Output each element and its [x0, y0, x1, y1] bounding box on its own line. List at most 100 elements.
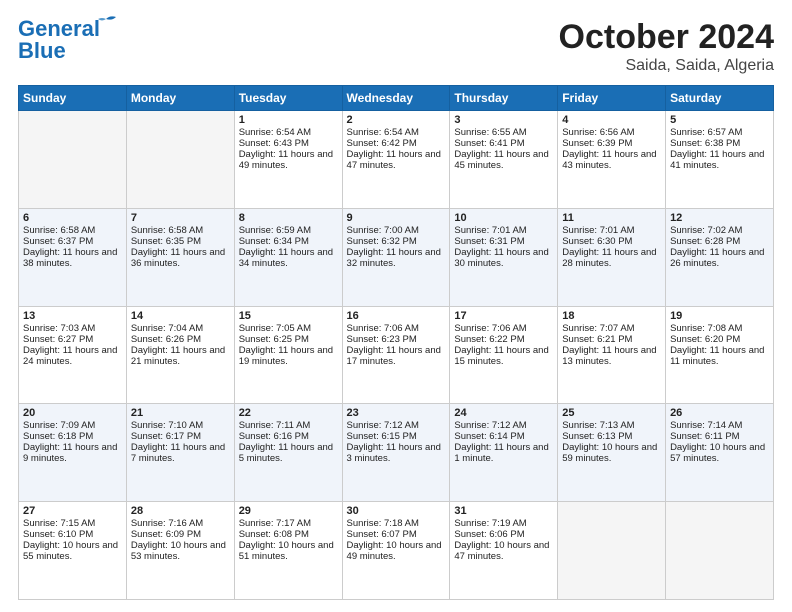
calendar-cell: 27 Sunrise: 7:15 AM Sunset: 6:10 PM Dayl…	[19, 502, 127, 600]
sunset-label: Sunset: 6:23 PM	[347, 334, 417, 345]
calendar-cell: 6 Sunrise: 6:58 AM Sunset: 6:37 PM Dayli…	[19, 208, 127, 306]
daylight-label: Daylight: 11 hours and 11 minutes.	[670, 345, 764, 367]
day-number: 9	[347, 212, 446, 224]
daylight-label: Daylight: 11 hours and 17 minutes.	[347, 345, 441, 367]
sunset-label: Sunset: 6:09 PM	[131, 529, 201, 540]
daylight-label: Daylight: 10 hours and 47 minutes.	[454, 540, 549, 562]
daylight-label: Daylight: 11 hours and 28 minutes.	[562, 247, 656, 269]
sunrise-label: Sunrise: 7:11 AM	[239, 420, 311, 431]
sunset-label: Sunset: 6:42 PM	[347, 138, 417, 149]
daylight-label: Daylight: 11 hours and 34 minutes.	[239, 247, 333, 269]
calendar-cell: 9 Sunrise: 7:00 AM Sunset: 6:32 PM Dayli…	[342, 208, 450, 306]
calendar-cell: 23 Sunrise: 7:12 AM Sunset: 6:15 PM Dayl…	[342, 404, 450, 502]
calendar-cell: 5 Sunrise: 6:57 AM Sunset: 6:38 PM Dayli…	[666, 111, 774, 209]
calendar-cell	[558, 502, 666, 600]
page: General Blue October 2024 Saida, Saida, …	[0, 0, 792, 612]
daylight-label: Daylight: 11 hours and 38 minutes.	[23, 247, 117, 269]
sunset-label: Sunset: 6:11 PM	[670, 431, 740, 442]
day-number: 30	[347, 505, 446, 517]
daylight-label: Daylight: 11 hours and 26 minutes.	[670, 247, 764, 269]
daylight-label: Daylight: 11 hours and 19 minutes.	[239, 345, 333, 367]
calendar-cell: 11 Sunrise: 7:01 AM Sunset: 6:30 PM Dayl…	[558, 208, 666, 306]
daylight-label: Daylight: 11 hours and 49 minutes.	[239, 149, 333, 171]
calendar-cell: 28 Sunrise: 7:16 AM Sunset: 6:09 PM Dayl…	[126, 502, 234, 600]
calendar-cell: 31 Sunrise: 7:19 AM Sunset: 6:06 PM Dayl…	[450, 502, 558, 600]
sunrise-label: Sunrise: 7:02 AM	[670, 225, 742, 236]
calendar-cell: 26 Sunrise: 7:14 AM Sunset: 6:11 PM Dayl…	[666, 404, 774, 502]
sunrise-label: Sunrise: 6:54 AM	[347, 127, 419, 138]
daylight-label: Daylight: 11 hours and 47 minutes.	[347, 149, 441, 171]
day-number: 8	[239, 212, 338, 224]
calendar-title: October 2024	[559, 18, 774, 57]
sunset-label: Sunset: 6:32 PM	[347, 236, 417, 247]
calendar-cell: 14 Sunrise: 7:04 AM Sunset: 6:26 PM Dayl…	[126, 306, 234, 404]
header: General Blue October 2024 Saida, Saida, …	[18, 18, 774, 75]
daylight-label: Daylight: 11 hours and 21 minutes.	[131, 345, 225, 367]
calendar-day-header: Wednesday	[342, 86, 450, 111]
calendar-cell: 10 Sunrise: 7:01 AM Sunset: 6:31 PM Dayl…	[450, 208, 558, 306]
sunrise-label: Sunrise: 7:06 AM	[347, 323, 419, 334]
sunrise-label: Sunrise: 7:01 AM	[562, 225, 634, 236]
day-number: 15	[239, 310, 338, 322]
day-number: 31	[454, 505, 553, 517]
calendar-cell: 12 Sunrise: 7:02 AM Sunset: 6:28 PM Dayl…	[666, 208, 774, 306]
sunrise-label: Sunrise: 7:10 AM	[131, 420, 203, 431]
sunrise-label: Sunrise: 6:54 AM	[239, 127, 311, 138]
sunrise-label: Sunrise: 7:15 AM	[23, 518, 95, 529]
sunset-label: Sunset: 6:18 PM	[23, 431, 93, 442]
calendar-subtitle: Saida, Saida, Algeria	[559, 57, 774, 75]
day-number: 5	[670, 114, 769, 126]
sunrise-label: Sunrise: 7:04 AM	[131, 323, 203, 334]
calendar-cell: 22 Sunrise: 7:11 AM Sunset: 6:16 PM Dayl…	[234, 404, 342, 502]
daylight-label: Daylight: 11 hours and 41 minutes.	[670, 149, 764, 171]
sunset-label: Sunset: 6:08 PM	[239, 529, 309, 540]
sunset-label: Sunset: 6:21 PM	[562, 334, 632, 345]
sunset-label: Sunset: 6:41 PM	[454, 138, 524, 149]
day-number: 7	[131, 212, 230, 224]
sunset-label: Sunset: 6:30 PM	[562, 236, 632, 247]
calendar-table: SundayMondayTuesdayWednesdayThursdayFrid…	[18, 85, 774, 600]
sunrise-label: Sunrise: 7:03 AM	[23, 323, 95, 334]
sunrise-label: Sunrise: 7:18 AM	[347, 518, 419, 529]
calendar-cell	[666, 502, 774, 600]
calendar-cell: 1 Sunrise: 6:54 AM Sunset: 6:43 PM Dayli…	[234, 111, 342, 209]
sunrise-label: Sunrise: 7:06 AM	[454, 323, 526, 334]
sunrise-label: Sunrise: 7:19 AM	[454, 518, 526, 529]
sunset-label: Sunset: 6:15 PM	[347, 431, 417, 442]
daylight-label: Daylight: 11 hours and 1 minute.	[454, 442, 548, 464]
day-number: 16	[347, 310, 446, 322]
sunset-label: Sunset: 6:28 PM	[670, 236, 740, 247]
day-number: 29	[239, 505, 338, 517]
sunset-label: Sunset: 6:34 PM	[239, 236, 309, 247]
daylight-label: Daylight: 11 hours and 24 minutes.	[23, 345, 117, 367]
day-number: 27	[23, 505, 122, 517]
sunset-label: Sunset: 6:31 PM	[454, 236, 524, 247]
daylight-label: Daylight: 11 hours and 5 minutes.	[239, 442, 333, 464]
day-number: 18	[562, 310, 661, 322]
calendar-cell: 25 Sunrise: 7:13 AM Sunset: 6:13 PM Dayl…	[558, 404, 666, 502]
day-number: 12	[670, 212, 769, 224]
sunset-label: Sunset: 6:39 PM	[562, 138, 632, 149]
day-number: 14	[131, 310, 230, 322]
daylight-label: Daylight: 11 hours and 13 minutes.	[562, 345, 656, 367]
logo-text: General Blue	[18, 18, 100, 62]
day-number: 4	[562, 114, 661, 126]
sunrise-label: Sunrise: 7:00 AM	[347, 225, 419, 236]
calendar-week-row: 6 Sunrise: 6:58 AM Sunset: 6:37 PM Dayli…	[19, 208, 774, 306]
day-number: 25	[562, 407, 661, 419]
sunrise-label: Sunrise: 7:12 AM	[347, 420, 419, 431]
calendar-day-header: Sunday	[19, 86, 127, 111]
calendar-week-row: 27 Sunrise: 7:15 AM Sunset: 6:10 PM Dayl…	[19, 502, 774, 600]
sunrise-label: Sunrise: 6:55 AM	[454, 127, 526, 138]
day-number: 26	[670, 407, 769, 419]
day-number: 23	[347, 407, 446, 419]
calendar-cell: 20 Sunrise: 7:09 AM Sunset: 6:18 PM Dayl…	[19, 404, 127, 502]
day-number: 1	[239, 114, 338, 126]
sunrise-label: Sunrise: 6:58 AM	[23, 225, 95, 236]
calendar-cell: 17 Sunrise: 7:06 AM Sunset: 6:22 PM Dayl…	[450, 306, 558, 404]
day-number: 28	[131, 505, 230, 517]
calendar-cell: 3 Sunrise: 6:55 AM Sunset: 6:41 PM Dayli…	[450, 111, 558, 209]
sunrise-label: Sunrise: 7:13 AM	[562, 420, 634, 431]
day-number: 17	[454, 310, 553, 322]
calendar-cell: 29 Sunrise: 7:17 AM Sunset: 6:08 PM Dayl…	[234, 502, 342, 600]
